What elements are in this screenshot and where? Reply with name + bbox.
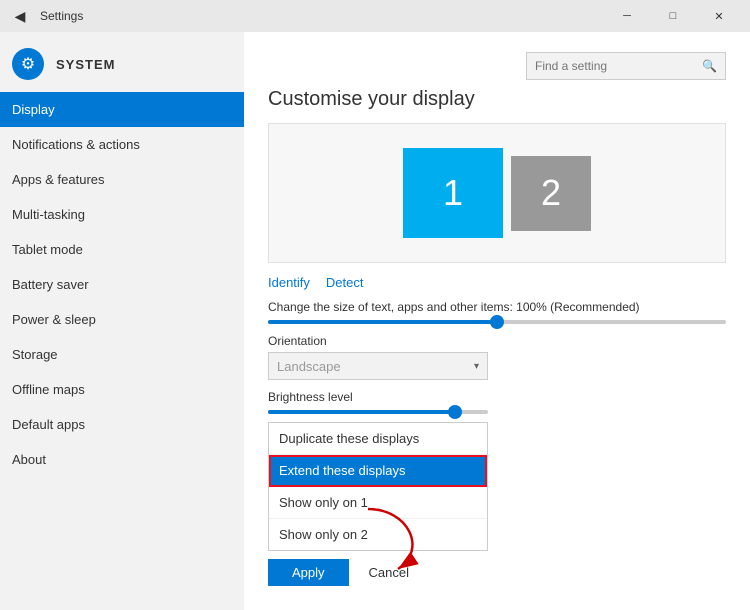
app-body: ⚙ SYSTEM Display Notifications & actions… <box>0 32 750 610</box>
brightness-slider-track[interactable] <box>268 410 488 414</box>
search-box[interactable]: 🔍 <box>526 52 726 80</box>
scale-slider-track[interactable] <box>268 320 726 324</box>
links-row: Identify Detect <box>268 275 726 290</box>
orientation-label: Orientation <box>268 334 726 348</box>
sidebar-item-display[interactable]: Display <box>0 92 244 127</box>
sidebar-item-notifications[interactable]: Notifications & actions <box>0 127 244 162</box>
arrow-annotation <box>348 499 468 579</box>
dropdown-item-duplicate[interactable]: Duplicate these displays <box>269 423 487 455</box>
sidebar-item-apps[interactable]: Apps & features <box>0 162 244 197</box>
apply-button[interactable]: Apply <box>268 559 349 586</box>
search-icon: 🔍 <box>702 59 717 73</box>
scale-slider-thumb[interactable] <box>490 315 504 329</box>
buttons-row: Apply Cancel <box>268 559 726 586</box>
brightness-thumb[interactable] <box>448 405 462 419</box>
close-button[interactable]: ✕ <box>696 0 742 32</box>
titlebar-left: ◀ Settings <box>8 4 83 28</box>
display-preview: 1 2 <box>268 123 726 263</box>
sidebar-item-tablet[interactable]: Tablet mode <box>0 232 244 267</box>
search-input[interactable] <box>535 59 702 73</box>
sidebar-item-battery[interactable]: Battery saver <box>0 267 244 302</box>
maximize-button[interactable]: □ <box>650 0 696 32</box>
sidebar-item-offline-maps[interactable]: Offline maps <box>0 372 244 407</box>
scale-section: Change the size of text, apps and other … <box>268 300 726 324</box>
sidebar-item-power[interactable]: Power & sleep <box>0 302 244 337</box>
monitor-1[interactable]: 1 <box>403 148 503 238</box>
titlebar-title: Settings <box>40 9 83 23</box>
titlebar: ◀ Settings ─ □ ✕ <box>0 0 750 32</box>
main-content: 🔍 Customise your display 1 2 Identify De… <box>244 32 750 610</box>
sidebar-item-default-apps[interactable]: Default apps <box>0 407 244 442</box>
sidebar: ⚙ SYSTEM Display Notifications & actions… <box>0 32 244 610</box>
scale-label: Change the size of text, apps and other … <box>268 300 726 314</box>
sidebar-header: ⚙ SYSTEM <box>0 32 244 92</box>
sidebar-item-about[interactable]: About <box>0 442 244 477</box>
monitor-2[interactable]: 2 <box>511 156 591 231</box>
minimize-button[interactable]: ─ <box>604 0 650 32</box>
back-button[interactable]: ◀ <box>8 4 32 28</box>
scale-slider-fill <box>268 320 497 324</box>
brightness-section: Brightness level <box>268 390 726 414</box>
titlebar-controls: ─ □ ✕ <box>604 0 742 32</box>
brightness-label: Brightness level <box>268 390 726 404</box>
orientation-section: Orientation Landscape ▾ <box>268 334 726 380</box>
sidebar-app-title: SYSTEM <box>56 57 115 72</box>
sidebar-nav: Display Notifications & actions Apps & f… <box>0 92 244 610</box>
gear-icon: ⚙ <box>12 48 44 80</box>
sidebar-item-multitasking[interactable]: Multi-tasking <box>0 197 244 232</box>
orientation-dropdown[interactable]: Landscape ▾ <box>268 352 488 380</box>
identify-link[interactable]: Identify <box>268 275 310 290</box>
chevron-down-icon: ▾ <box>474 361 479 372</box>
sidebar-item-storage[interactable]: Storage <box>0 337 244 372</box>
brightness-fill <box>268 410 455 414</box>
detect-link[interactable]: Detect <box>326 275 364 290</box>
dropdown-item-extend[interactable]: Extend these displays <box>269 455 487 487</box>
page-title: Customise your display <box>268 88 726 111</box>
